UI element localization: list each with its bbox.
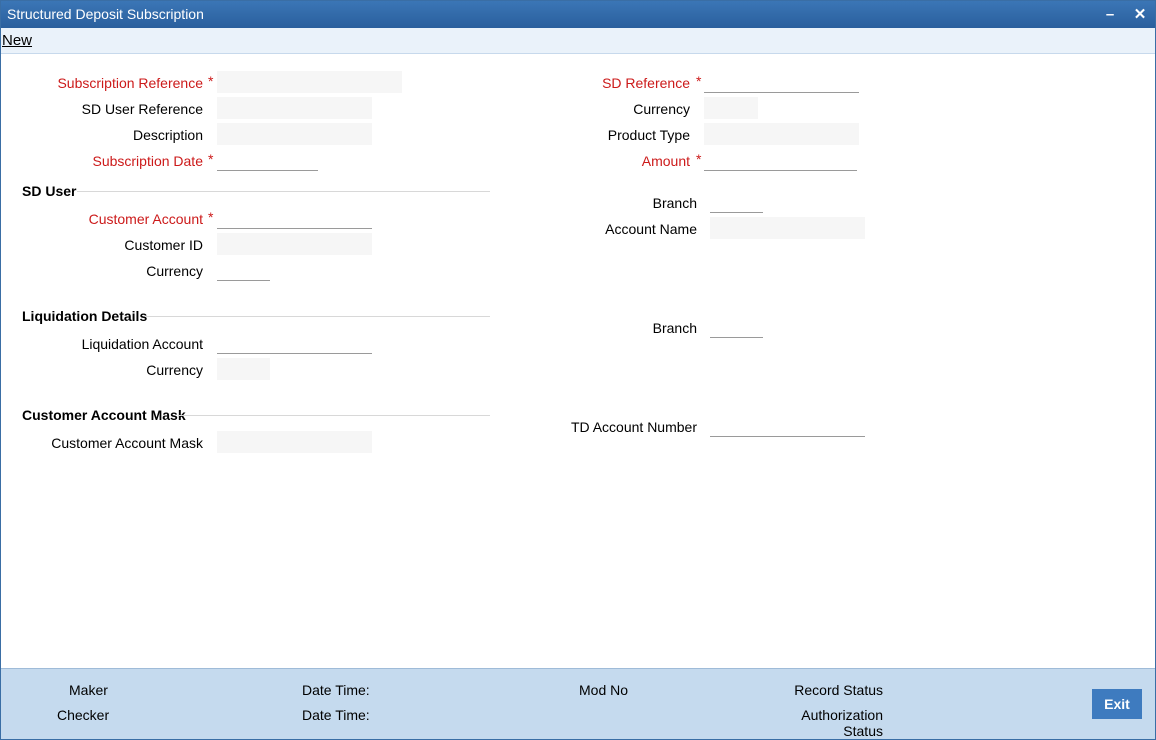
td-account-number-label: TD Account Number [570,419,697,435]
currency-field[interactable] [704,97,758,119]
subscription-date-label: Subscription Date [92,153,203,169]
close-icon[interactable]: ✕ [1130,5,1150,25]
section-divider [146,316,490,317]
customer-account-label: Customer Account [88,211,203,227]
sd-user-currency-field[interactable] [217,259,270,281]
sd-user-reference-field[interactable] [217,97,372,119]
subscription-reference-label: Subscription Reference [57,75,203,91]
customer-id-label: Customer ID [124,237,203,253]
subscription-date-field[interactable] [217,149,318,171]
required-marker: * [696,73,702,89]
maker-label: Maker [69,682,108,698]
audit-footer: Maker Checker Date Time: Date Time: Mod … [1,668,1155,739]
currency-label: Currency [633,101,690,117]
title-bar: Structured Deposit Subscription – ✕ [1,1,1155,28]
authorization-status-label-line2: Status [843,723,883,739]
amount-label: Amount [641,153,690,169]
customer-account-field[interactable] [217,207,372,229]
customer-account-mask-label: Customer Account Mask [51,435,203,451]
menu-bar: New [1,28,1155,54]
td-account-number-field[interactable] [710,415,865,437]
section-divider [178,415,490,416]
required-marker: * [696,151,702,167]
account-name-label: Account Name [605,221,697,237]
description-label: Description [132,127,203,143]
subscription-window: Structured Deposit Subscription – ✕ New … [0,0,1156,740]
required-marker: * [208,73,214,89]
minimize-icon[interactable]: – [1100,5,1120,25]
subscription-reference-field[interactable] [217,71,402,93]
product-type-field[interactable] [704,123,859,145]
liquidation-details-heading: Liquidation Details [22,308,148,324]
authorization-status-label: Authorization [801,707,883,723]
exit-button[interactable]: Exit [1092,689,1142,719]
liquidation-account-field[interactable] [217,332,372,354]
record-status-label: Record Status [794,682,883,698]
mod-no-label: Mod No [579,682,629,698]
customer-id-field[interactable] [217,233,372,255]
customer-account-mask-field[interactable] [217,431,372,453]
window-title: Structured Deposit Subscription [7,6,204,22]
new-menu-item[interactable]: New [2,32,32,49]
liquidation-branch-label: Branch [652,320,697,336]
section-divider [77,191,490,192]
sd-user-heading: SD User [22,183,77,199]
customer-account-mask-heading: Customer Account Mask [22,407,186,423]
product-type-label: Product Type [607,127,690,143]
sd-user-reference-label: SD User Reference [81,101,203,117]
checker-label: Checker [57,707,110,723]
description-field[interactable] [217,123,372,145]
amount-field[interactable] [704,149,857,171]
account-name-field[interactable] [710,217,865,239]
liquidation-branch-field[interactable] [710,316,763,338]
checker-date-time-label: Date Time: [302,707,370,723]
sd-reference-field[interactable] [704,71,859,93]
sd-user-currency-label: Currency [146,263,203,279]
sd-user-branch-field[interactable] [710,191,763,213]
sd-user-branch-label: Branch [652,195,697,211]
maker-date-time-label: Date Time: [302,682,370,698]
required-marker: * [208,209,214,225]
liquidation-currency-label: Currency [146,362,203,378]
liquidation-currency-field[interactable] [217,358,270,380]
required-marker: * [208,151,214,167]
liquidation-account-label: Liquidation Account [81,336,203,352]
sd-reference-label: SD Reference [602,75,690,91]
